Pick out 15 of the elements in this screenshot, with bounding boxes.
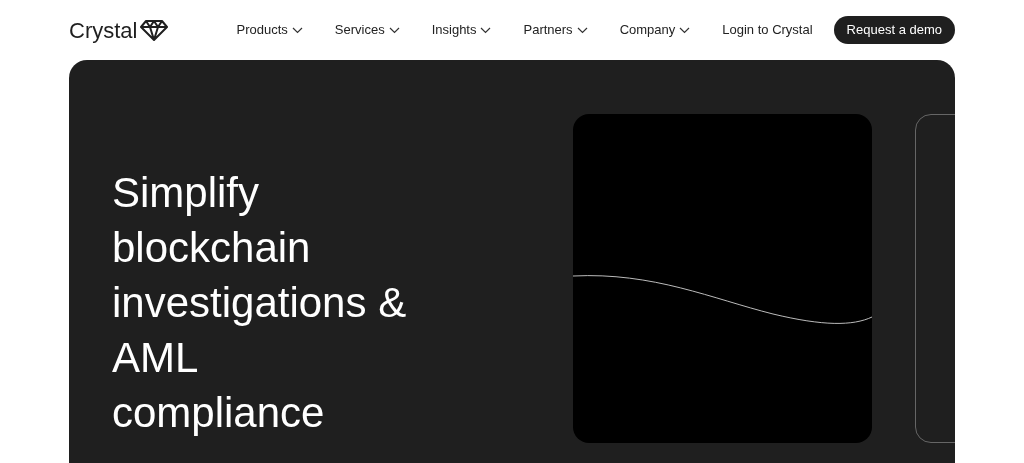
nav-menu-item[interactable]: Insights bbox=[431, 20, 492, 40]
hero-headline: Simplify blockchain investigations & AML compliance bbox=[112, 168, 408, 438]
nav-menu-item[interactable]: Products bbox=[236, 20, 303, 40]
nav-menu-item[interactable]: Company bbox=[619, 20, 691, 40]
logo-text[interactable]: Crystal bbox=[69, 13, 138, 47]
chevron-down-icon bbox=[576, 26, 588, 34]
chevron-down-icon bbox=[388, 26, 400, 34]
request-demo-button[interactable]: Request a demo bbox=[833, 16, 955, 44]
chevron-down-icon bbox=[291, 26, 303, 34]
chevron-down-icon bbox=[480, 26, 492, 34]
nav-menu-item[interactable]: Partners bbox=[523, 20, 588, 40]
nav-menu-item[interactable]: Services bbox=[334, 20, 400, 40]
login-link[interactable]: Login to Crystal bbox=[722, 20, 813, 40]
diamond-logo-icon bbox=[140, 19, 169, 41]
chevron-down-icon bbox=[679, 26, 691, 34]
